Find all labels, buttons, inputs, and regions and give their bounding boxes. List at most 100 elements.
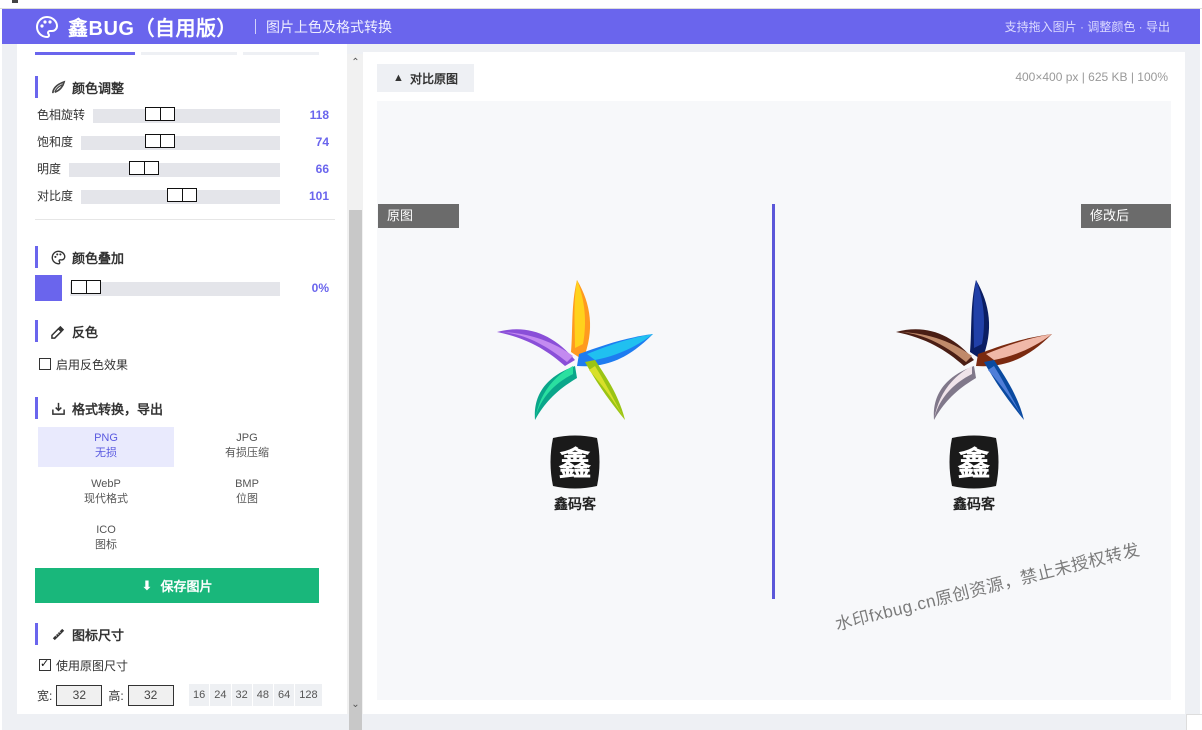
section-bar [35, 246, 38, 268]
section-title: 颜色叠加 [72, 250, 125, 266]
window-corner-mark [12, 0, 18, 3]
scroll-down-icon[interactable]: ⌄ [349, 698, 362, 711]
tab-indicator[interactable] [141, 52, 237, 55]
compare-original-button[interactable]: ▲ 对比原图 [377, 64, 474, 92]
size-inputs: 宽: 32 高: 32 [37, 684, 180, 706]
size-presets: 16 24 32 48 64 128 [189, 684, 323, 706]
overlay-slider-track[interactable] [70, 282, 280, 296]
brightness-slider-row: 明度 66 [37, 161, 329, 177]
hue-slider-thumb[interactable] [145, 107, 175, 121]
format-option-ico[interactable]: ICO 图标 [38, 519, 174, 559]
seal-logo-icon: 鑫 [550, 435, 600, 489]
slider-label: 对比度 [37, 189, 74, 203]
compare-divider-handle[interactable] [772, 204, 775, 599]
header-hint: 支持拖入图片 · 调整颜色 · 导出 [1004, 20, 1170, 34]
save-image-button[interactable]: ⬇ 保存图片 [35, 568, 319, 603]
invert-checkbox[interactable] [39, 358, 51, 370]
original-tag: 原图 [378, 204, 459, 228]
watermark-text: 水印fxbug.cn原创资源，禁止未授权转发 [833, 540, 1142, 635]
brightness-slider-thumb[interactable] [129, 161, 159, 175]
original-size-checkbox-row[interactable]: 使用原图尺寸 [39, 657, 128, 673]
saturation-slider-track[interactable] [81, 136, 280, 150]
image-meta: 400×400 px | 625 KB | 100% [1015, 70, 1168, 84]
palette-icon [50, 249, 66, 265]
section-title: 格式转换，导出 [72, 401, 164, 417]
resize-grip-icon[interactable] [1186, 714, 1202, 730]
format-name: JPG [236, 432, 258, 444]
section-divider [35, 219, 335, 220]
format-name: BMP [235, 478, 259, 490]
hue-slider-row: 色相旋转 118 [37, 107, 329, 123]
ruler-icon [50, 626, 66, 642]
size-preset-48[interactable]: 48 [252, 684, 273, 706]
section-color-overlay: 颜色叠加 [35, 246, 124, 268]
format-option-bmp[interactable]: BMP 位图 [179, 473, 315, 513]
preview-panel: ▲ 对比原图 400×400 px | 625 KB | 100% 原图 修改后 [363, 52, 1185, 714]
original-size-checkbox[interactable] [39, 657, 51, 671]
panel-tabstrip [17, 44, 332, 56]
seal-char: 鑫 [958, 444, 991, 483]
slider-value: 74 [315, 135, 329, 149]
palette-logo-icon [34, 14, 60, 40]
slider-value: 66 [315, 162, 329, 176]
format-option-webp[interactable]: WebP 现代格式 [38, 473, 174, 513]
size-preset-128[interactable]: 128 [295, 684, 322, 706]
format-option-png[interactable]: PNG 无损 [38, 427, 174, 467]
window-top-edge [0, 0, 1202, 9]
format-desc: 有损压缩 [225, 447, 269, 459]
height-input[interactable]: 32 [127, 684, 174, 706]
size-preset-16[interactable]: 16 [189, 684, 210, 706]
app-brand: 鑫BUG（自用版） [68, 18, 237, 40]
slider-label: 色相旋转 [37, 108, 86, 122]
hue-slider-track[interactable] [93, 109, 280, 123]
save-label: 保存图片 [160, 579, 213, 594]
brightness-slider-track[interactable] [69, 163, 280, 177]
modified-tag: 修改后 [1081, 204, 1171, 228]
format-desc: 无损 [95, 447, 117, 459]
download-arrow-icon: ⬇ [141, 577, 153, 593]
modified-image: 鑫 鑫码客 [894, 274, 1054, 524]
saturation-slider-thumb[interactable] [145, 134, 175, 148]
size-preset-64[interactable]: 64 [274, 684, 295, 706]
tab-indicator[interactable] [243, 52, 319, 55]
section-title: 反色 [72, 324, 99, 340]
format-name: WebP [91, 478, 121, 490]
contrast-slider-thumb[interactable] [167, 188, 197, 202]
brush-icon [50, 79, 66, 95]
height-label: 高: [108, 688, 124, 703]
saturation-slider-row: 饱和度 74 [37, 134, 329, 150]
format-name: ICO [96, 524, 116, 536]
triangle-up-icon: ▲ [393, 72, 404, 84]
section-bar [35, 76, 38, 98]
compare-label: 对比原图 [409, 71, 458, 86]
format-option-jpg[interactable]: JPG 有损压缩 [179, 427, 315, 467]
scrollbar-thumb[interactable] [349, 210, 362, 730]
seal-char: 鑫 [559, 444, 592, 483]
original-image: 鑫 鑫码客 [495, 274, 655, 524]
contrast-slider-row: 对比度 101 [37, 188, 329, 204]
section-bar [35, 320, 38, 342]
export-tray-icon [50, 400, 66, 416]
slider-label: 明度 [37, 162, 62, 176]
overlay-slider-thumb[interactable] [71, 280, 101, 294]
width-input[interactable]: 32 [56, 684, 103, 706]
section-format: 格式转换，导出 [35, 397, 163, 419]
overlay-value: 0% [311, 281, 329, 295]
seal-logo-icon: 鑫 [949, 435, 999, 489]
section-invert: 反色 [35, 320, 98, 342]
window-left-edge [0, 9, 2, 730]
slider-value: 101 [308, 189, 329, 203]
scroll-up-icon[interactable]: ⌃ [349, 56, 362, 69]
size-preset-24[interactable]: 24 [210, 684, 231, 706]
seal-label: 鑫码客 [554, 496, 596, 512]
dropper-icon [50, 323, 66, 339]
settings-panel[interactable]: 颜色调整 色相旋转 118 饱和度 74 明度 66 对比度 101 颜色叠加 [17, 44, 364, 730]
preview-canvas[interactable]: 原图 修改后 鑫 鑫码客 鑫 鑫码客 水印fxbug.cn原创资源，禁止未授权转… [377, 101, 1171, 700]
active-tab-indicator[interactable] [35, 52, 135, 55]
invert-checkbox-row[interactable]: 启用反色效果 [39, 357, 128, 372]
format-name: PNG [94, 432, 118, 444]
size-preset-32[interactable]: 32 [231, 684, 252, 706]
section-title: 颜色调整 [72, 80, 125, 96]
section-color-adjust: 颜色调整 [35, 76, 124, 98]
app-subtitle: 图片上色及格式转换 [265, 18, 392, 35]
